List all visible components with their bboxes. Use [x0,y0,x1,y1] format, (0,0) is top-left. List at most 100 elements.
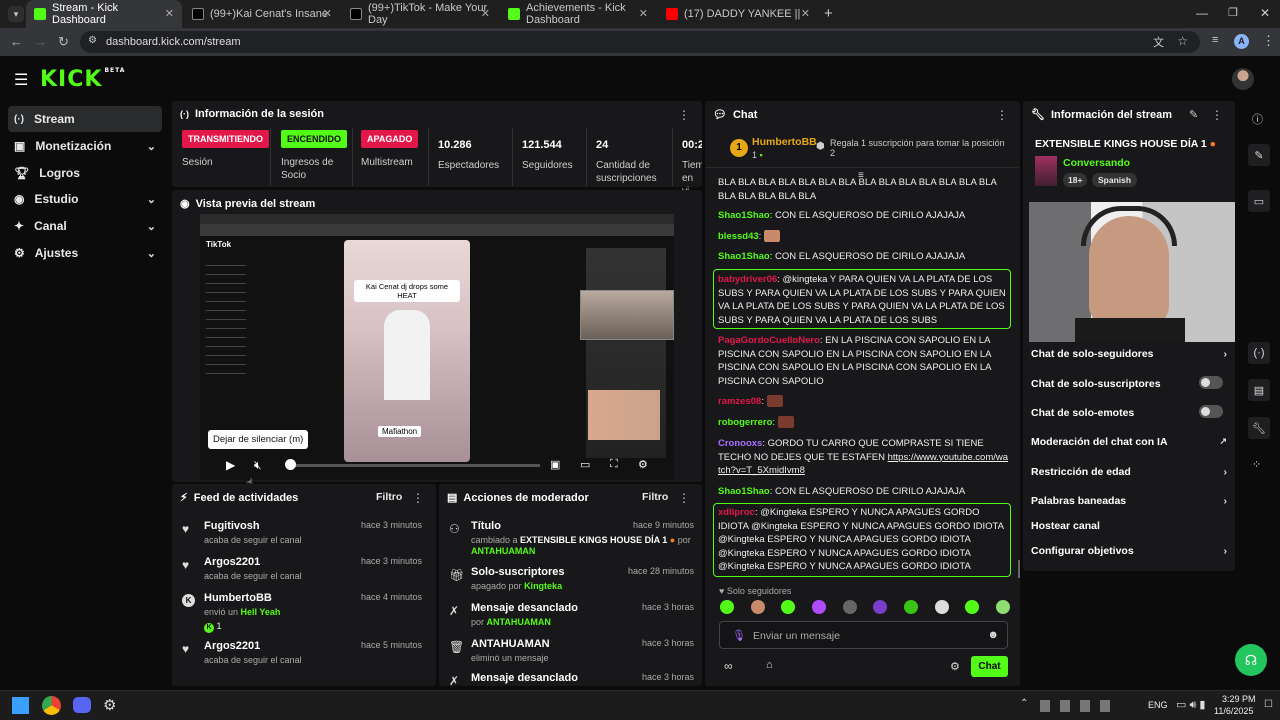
clock-time[interactable]: 3:29 PM [1222,694,1256,704]
info-row-banned-words[interactable]: Palabras baneadas › [1031,495,1231,507]
close-icon[interactable]: ✕ [323,7,332,20]
clock-date[interactable]: 11/6/2025 [1214,706,1253,716]
chat-settings-icon[interactable]: ⚙ [950,660,960,673]
sidebar-item-ajustes[interactable]: ⚙ Ajustes ⌄ [8,240,162,266]
minimize-icon[interactable]: — [1196,6,1208,20]
mod-user[interactable]: ANTAHUAMAN [471,546,535,556]
points-icon[interactable]: ∞ [724,659,733,673]
toggle-switch[interactable] [1199,376,1223,389]
language-indicator[interactable]: ENG [1148,700,1168,710]
new-tab-button[interactable]: + [824,5,833,22]
more-options-icon[interactable]: ⋮ [996,108,1008,122]
emote-icon[interactable] [995,600,1010,614]
filter-button[interactable]: Filtro [642,491,668,503]
mod-user[interactable]: Kingteka [524,581,562,591]
store-icon[interactable]: ⌂ [766,659,773,671]
app-taskbar-icon[interactable]: ⚙ [103,696,116,714]
more-options-icon[interactable]: ⋮ [412,491,424,505]
translate-icon[interactable]: 文 [1153,34,1164,50]
browser-tab-stream[interactable]: Stream - Kick Dashboard ✕ [26,0,182,28]
emote-icon[interactable] [842,600,857,614]
site-info-icon[interactable]: ⚙ [88,35,97,46]
tab-search-icon[interactable]: ▾ [8,6,24,22]
filter-button[interactable]: Filtro [376,491,402,503]
chat-user[interactable]: Shao1Shao [718,251,770,262]
tray-chevron-icon[interactable]: ⌃ [1020,698,1028,709]
category-name[interactable]: Conversando [1063,157,1130,169]
chat-user[interactable]: PagaGordoCuelloNero [718,335,820,346]
chat-user[interactable]: xdliproc [718,507,755,518]
info-row-ai-moderation[interactable]: Moderación del chat con IA ↗ [1031,436,1231,448]
browser-menu-icon[interactable]: ⋮ [1262,33,1275,49]
sidebar-item-estudio[interactable]: ◉ Estudio ⌄ [8,186,162,212]
emote-icon[interactable] [903,600,918,614]
info-row-emotes-only[interactable]: Chat de solo-emotes [1031,405,1231,419]
close-icon[interactable]: ✕ [165,7,174,20]
network-volume-icons[interactable]: ▭ 🔊︎ ▮ [1176,698,1206,712]
edit-icon[interactable]: ✎ [1189,108,1198,121]
pip-icon[interactable]: ▣ [550,458,560,471]
close-icon[interactable]: ✕ [801,7,810,20]
chat-user[interactable]: Shao1Shao [718,486,770,497]
muted-volume-icon[interactable]: 🔇︎ [254,458,262,473]
user-avatar[interactable] [1232,68,1254,90]
chat-scrollbar[interactable] [1018,560,1020,578]
info-row-age-restriction[interactable]: Restricción de edad › [1031,466,1231,478]
rail-icon[interactable]: ▭ [1248,190,1270,212]
info-row-followers-only[interactable]: Chat de solo-seguidores › [1031,348,1231,360]
emote-icon[interactable] [720,600,734,614]
feed-user[interactable]: HumbertoBB [204,592,272,604]
chat-user[interactable]: ramzes08 [718,396,761,407]
info-row-host-channel[interactable]: Hostear canal [1031,520,1231,532]
feed-user[interactable]: Fugitivosh [204,520,260,532]
apps-icon[interactable]: ⁘ [1252,458,1261,471]
chat-user[interactable]: blessd43 [718,231,759,242]
wrench-icon[interactable]: 🔧︎ [1248,417,1270,439]
mod-action[interactable]: ANTAHUAMAN [471,638,550,650]
sidebar-item-canal[interactable]: ✦ Canal ⌄ [8,213,162,239]
emote-icon[interactable] [750,600,765,614]
browser-tab-youtube[interactable]: (17) DADDY YANKEE || BZRP Mu ✕ [658,0,818,28]
url-input[interactable]: ⚙ dashboard.kick.com/stream 文 ☆ [80,31,1200,53]
gift-prompt[interactable]: Regala 1 suscripción para tomar la posic… [830,138,1006,158]
info-row-goals[interactable]: Configurar objetivos › [1031,545,1231,557]
hamburger-menu-icon[interactable]: ☰ [14,70,28,90]
feed-user[interactable]: Argos2201 [204,556,260,568]
pencil-icon[interactable]: ✎ [1248,144,1270,166]
notification-icon[interactable]: ☐ [1264,699,1273,710]
emote-icon[interactable] [811,600,826,614]
bookmark-star-icon[interactable]: ☆ [1177,34,1188,48]
progress-bar[interactable] [290,464,540,467]
fullscreen-icon[interactable]: ⛶ [610,458,618,471]
close-icon[interactable]: ✕ [481,7,490,20]
toggle-switch[interactable] [1199,405,1223,418]
more-options-icon[interactable]: ⋮ [678,108,690,122]
chat-user[interactable]: Cronooxs [718,438,762,449]
mic-icon[interactable]: 🎙︎ [732,629,746,642]
kick-logo[interactable]: KICK BETA [40,67,125,92]
chat-user[interactable]: babydriver06 [718,274,777,285]
close-window-icon[interactable]: ✕ [1260,6,1270,20]
emote-icon[interactable] [965,600,980,614]
more-options-icon[interactable]: ⋮ [678,491,690,505]
emoji-icon[interactable]: ☻ [987,629,999,641]
browser-tab-achievements[interactable]: Achievements - Kick Dashboard ✕ [500,0,656,28]
sidebar-item-monetizacion[interactable]: ▣ Monetización ⌄ [8,133,162,159]
windows-start-icon[interactable] [12,697,29,714]
leader-user[interactable]: HumbertoBB [752,136,817,148]
more-options-icon[interactable]: ⋮ [1211,108,1223,122]
forward-icon[interactable]: → [34,34,47,49]
browser-tab-remix[interactable]: (99+)Kai Cenat's Insane Remix ✕ [184,0,340,28]
media-control-icon[interactable]: ≡ [1212,34,1218,46]
layout-icon[interactable]: ▤ [1248,379,1270,401]
theater-icon[interactable]: ▭ [580,458,590,471]
close-icon[interactable]: ✕ [639,7,648,20]
settings-icon[interactable]: ⚙ [638,458,648,471]
reload-icon[interactable]: ↻ [58,34,69,50]
emote-icon[interactable] [781,600,796,614]
chat-user[interactable]: Shao1Shao [718,210,770,221]
discord-taskbar-icon[interactable] [73,697,91,713]
chat-input[interactable]: 🎙︎ Enviar un mensaje ☻ [719,621,1008,649]
info-row-subs-only[interactable]: Chat de solo-suscriptores [1031,376,1231,390]
back-icon[interactable]: ← [10,34,23,49]
